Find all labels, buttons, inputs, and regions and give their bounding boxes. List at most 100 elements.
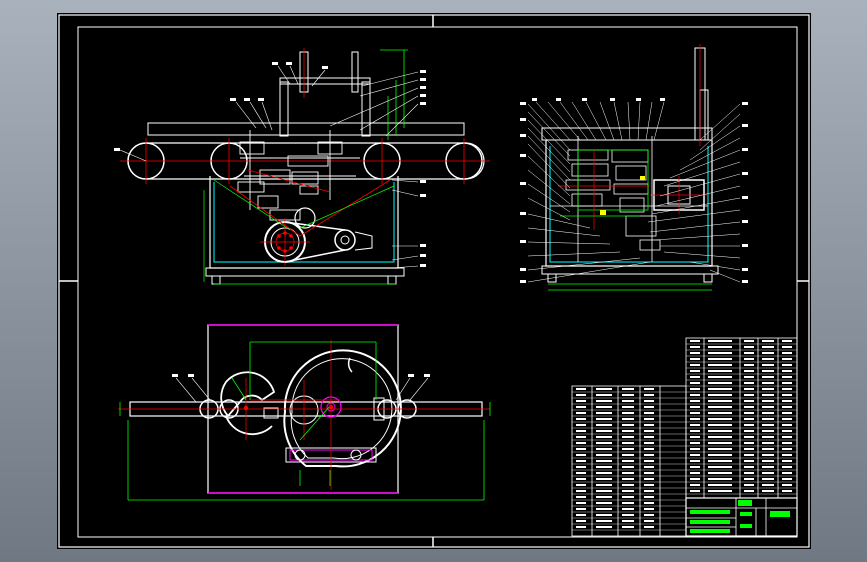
parts-list-cell-text (622, 400, 634, 402)
parts-list-cell-text (708, 442, 732, 444)
parts-list-cell-text (762, 382, 774, 384)
parts-list-cell-text (762, 364, 774, 366)
parts-list-cell-text (596, 424, 612, 426)
parts-list-cell-text (708, 418, 732, 420)
parts-list-cell-text (708, 460, 732, 462)
parts-list-cell-text (596, 466, 612, 468)
parts-list-cell-text (644, 418, 654, 420)
parts-list-cell-text (690, 490, 700, 492)
parts-list-cell-text (762, 340, 774, 342)
parts-list-cell-text (690, 388, 700, 390)
parts-list-cell-text (708, 436, 732, 438)
parts-list-cell-text (708, 388, 732, 390)
parts-list-cell-text (596, 460, 612, 462)
parts-list-cell-text (744, 484, 754, 486)
parts-list-cell-text (782, 364, 792, 366)
parts-list-cell-text (622, 442, 634, 444)
parts-list-cell-text (576, 400, 586, 402)
parts-list-cell-text (596, 394, 612, 396)
parts-list-cell-text (744, 400, 754, 402)
parts-list-cell-text (596, 520, 612, 522)
parts-list-cell-text (576, 514, 586, 516)
parts-list-cell-text (708, 454, 732, 456)
cad-drawing-canvas[interactable] (0, 0, 867, 562)
parts-list-cell-text (690, 484, 700, 486)
parts-list-cell-text (708, 358, 732, 360)
parts-list-cell-text (690, 448, 700, 450)
parts-list-cell-text (576, 454, 586, 456)
parts-list-cell-text (576, 430, 586, 432)
parts-list-cell-text (762, 400, 774, 402)
parts-list-cell-text (690, 376, 700, 378)
parts-list-cell-text (782, 466, 792, 468)
parts-list-cell-text (762, 490, 774, 492)
parts-list-cell-text (708, 484, 732, 486)
parts-list-cell-text (744, 418, 754, 420)
parts-list-cell-text (596, 442, 612, 444)
parts-list-cell-text (576, 460, 586, 462)
parts-list-cell-text (744, 382, 754, 384)
parts-list-cell-text (596, 436, 612, 438)
parts-list-cell-text (708, 400, 732, 402)
parts-list-cell-text (782, 442, 792, 444)
parts-list-cell-text (690, 424, 700, 426)
parts-list-cell-text (708, 346, 732, 348)
parts-list-cell-text (690, 478, 700, 480)
parts-list-cell-text (708, 472, 732, 474)
parts-list-cell-text (644, 436, 654, 438)
parts-list-cell-text (782, 448, 792, 450)
parts-list-cell-text (576, 436, 586, 438)
parts-list-cell-text (690, 370, 700, 372)
parts-list-cell-text (762, 352, 774, 354)
parts-list-cell-text (744, 430, 754, 432)
parts-list-cell-text (762, 424, 774, 426)
parts-list-cell-text (622, 490, 634, 492)
parts-list-cell-text (596, 400, 612, 402)
parts-list-cell-text (644, 442, 654, 444)
parts-list-cell-text (744, 454, 754, 456)
parts-list-cell-text (596, 484, 612, 486)
parts-list-cell-text (596, 454, 612, 456)
parts-list-cell-text (644, 448, 654, 450)
parts-list-cell-text (708, 364, 732, 366)
parts-list-cell-text (744, 448, 754, 450)
parts-list-cell-text (782, 400, 792, 402)
parts-list-cell-text (596, 388, 612, 390)
parts-list-cell-text (576, 418, 586, 420)
parts-list-cell-text (576, 412, 586, 414)
parts-list-cell-text (576, 406, 586, 408)
parts-list-cell-text (622, 454, 634, 456)
parts-list-cell-text (596, 418, 612, 420)
parts-list-cell-text (576, 496, 586, 498)
parts-list-cell-text (708, 478, 732, 480)
parts-list-cell-text (644, 406, 654, 408)
parts-list-cell-text (708, 394, 732, 396)
parts-list-cell-text (690, 340, 700, 342)
parts-list-cell-text (782, 370, 792, 372)
parts-list-cell-text (708, 352, 732, 354)
parts-list-cell-text (744, 370, 754, 372)
parts-list-cell-text (782, 454, 792, 456)
parts-list-cell-text (762, 406, 774, 408)
parts-list-cell-text (690, 418, 700, 420)
parts-list-cell-text (596, 412, 612, 414)
parts-list-cell-text (622, 508, 634, 510)
parts-list-cell-text (762, 454, 774, 456)
parts-list-cell-text (576, 502, 586, 504)
parts-list-cell-text (744, 358, 754, 360)
parts-list-cell-text (708, 490, 732, 492)
parts-list-cell-text (576, 394, 586, 396)
parts-list-cell-text (744, 340, 754, 342)
parts-list-cell-text (744, 364, 754, 366)
parts-list-cell-text (690, 412, 700, 414)
parts-list-cell-text (744, 394, 754, 396)
parts-list-cell-text (762, 418, 774, 420)
parts-list-cell-text (782, 430, 792, 432)
parts-list-cell-text (644, 388, 654, 390)
parts-list-cell-text (690, 472, 700, 474)
parts-list-cell-text (622, 424, 634, 426)
parts-list-cell-text (762, 430, 774, 432)
parts-list-cell-text (690, 430, 700, 432)
parts-list-cell-text (644, 484, 654, 486)
parts-list-cell-text (596, 472, 612, 474)
